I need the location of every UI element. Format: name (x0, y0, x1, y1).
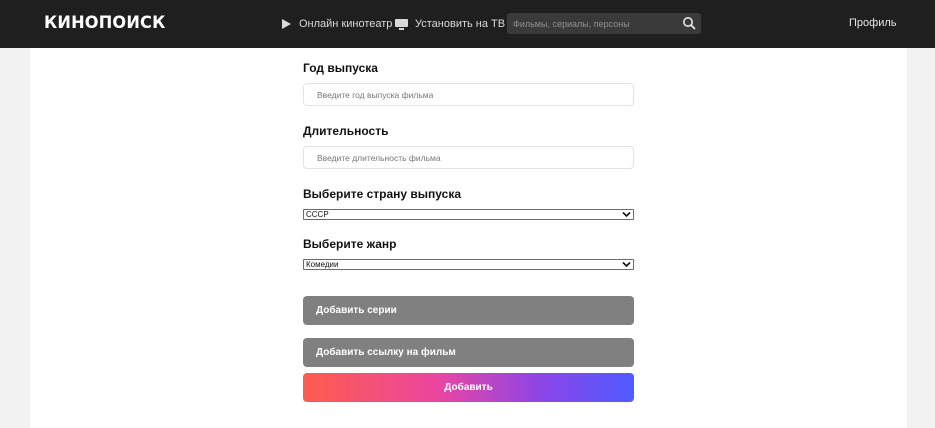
nav-online-cinema[interactable]: Онлайн кинотеатр (282, 15, 392, 33)
year-field[interactable] (303, 83, 634, 106)
chevron-down-icon (622, 261, 631, 268)
genre-select-value: Комедии (306, 260, 339, 269)
play-icon (282, 19, 291, 29)
nav-install-tv[interactable]: Установить на ТВ (395, 15, 505, 33)
search-bar (507, 13, 701, 34)
genre-label: Выберите жанр (303, 237, 397, 251)
profile-link[interactable]: Профиль (849, 17, 897, 30)
country-label: Выберите страну выпуска (303, 187, 462, 201)
add-series-button[interactable]: Добавить серии (303, 296, 634, 325)
nav-install-tv-label: Установить на ТВ (415, 18, 506, 30)
logo[interactable]: КИНОПОИСК (44, 13, 165, 33)
duration-field[interactable] (303, 146, 634, 169)
add-film-link-button[interactable]: Добавить ссылку на фильм (303, 338, 634, 367)
chevron-down-icon (622, 211, 631, 218)
genre-select[interactable]: Комедии (303, 259, 634, 270)
country-select[interactable]: СССР (303, 209, 634, 220)
submit-add-button[interactable]: Добавить (303, 373, 634, 402)
top-header: КИНОПОИСК Онлайн кинотеатр Установить на… (0, 0, 935, 48)
year-label: Год выпуска (303, 61, 378, 75)
nav-online-cinema-label: Онлайн кинотеатр (299, 18, 393, 30)
duration-label: Длительность (303, 124, 389, 138)
search-input[interactable] (507, 13, 677, 34)
tv-icon (395, 18, 408, 30)
country-select-value: СССР (306, 210, 329, 219)
search-icon[interactable] (682, 16, 696, 30)
